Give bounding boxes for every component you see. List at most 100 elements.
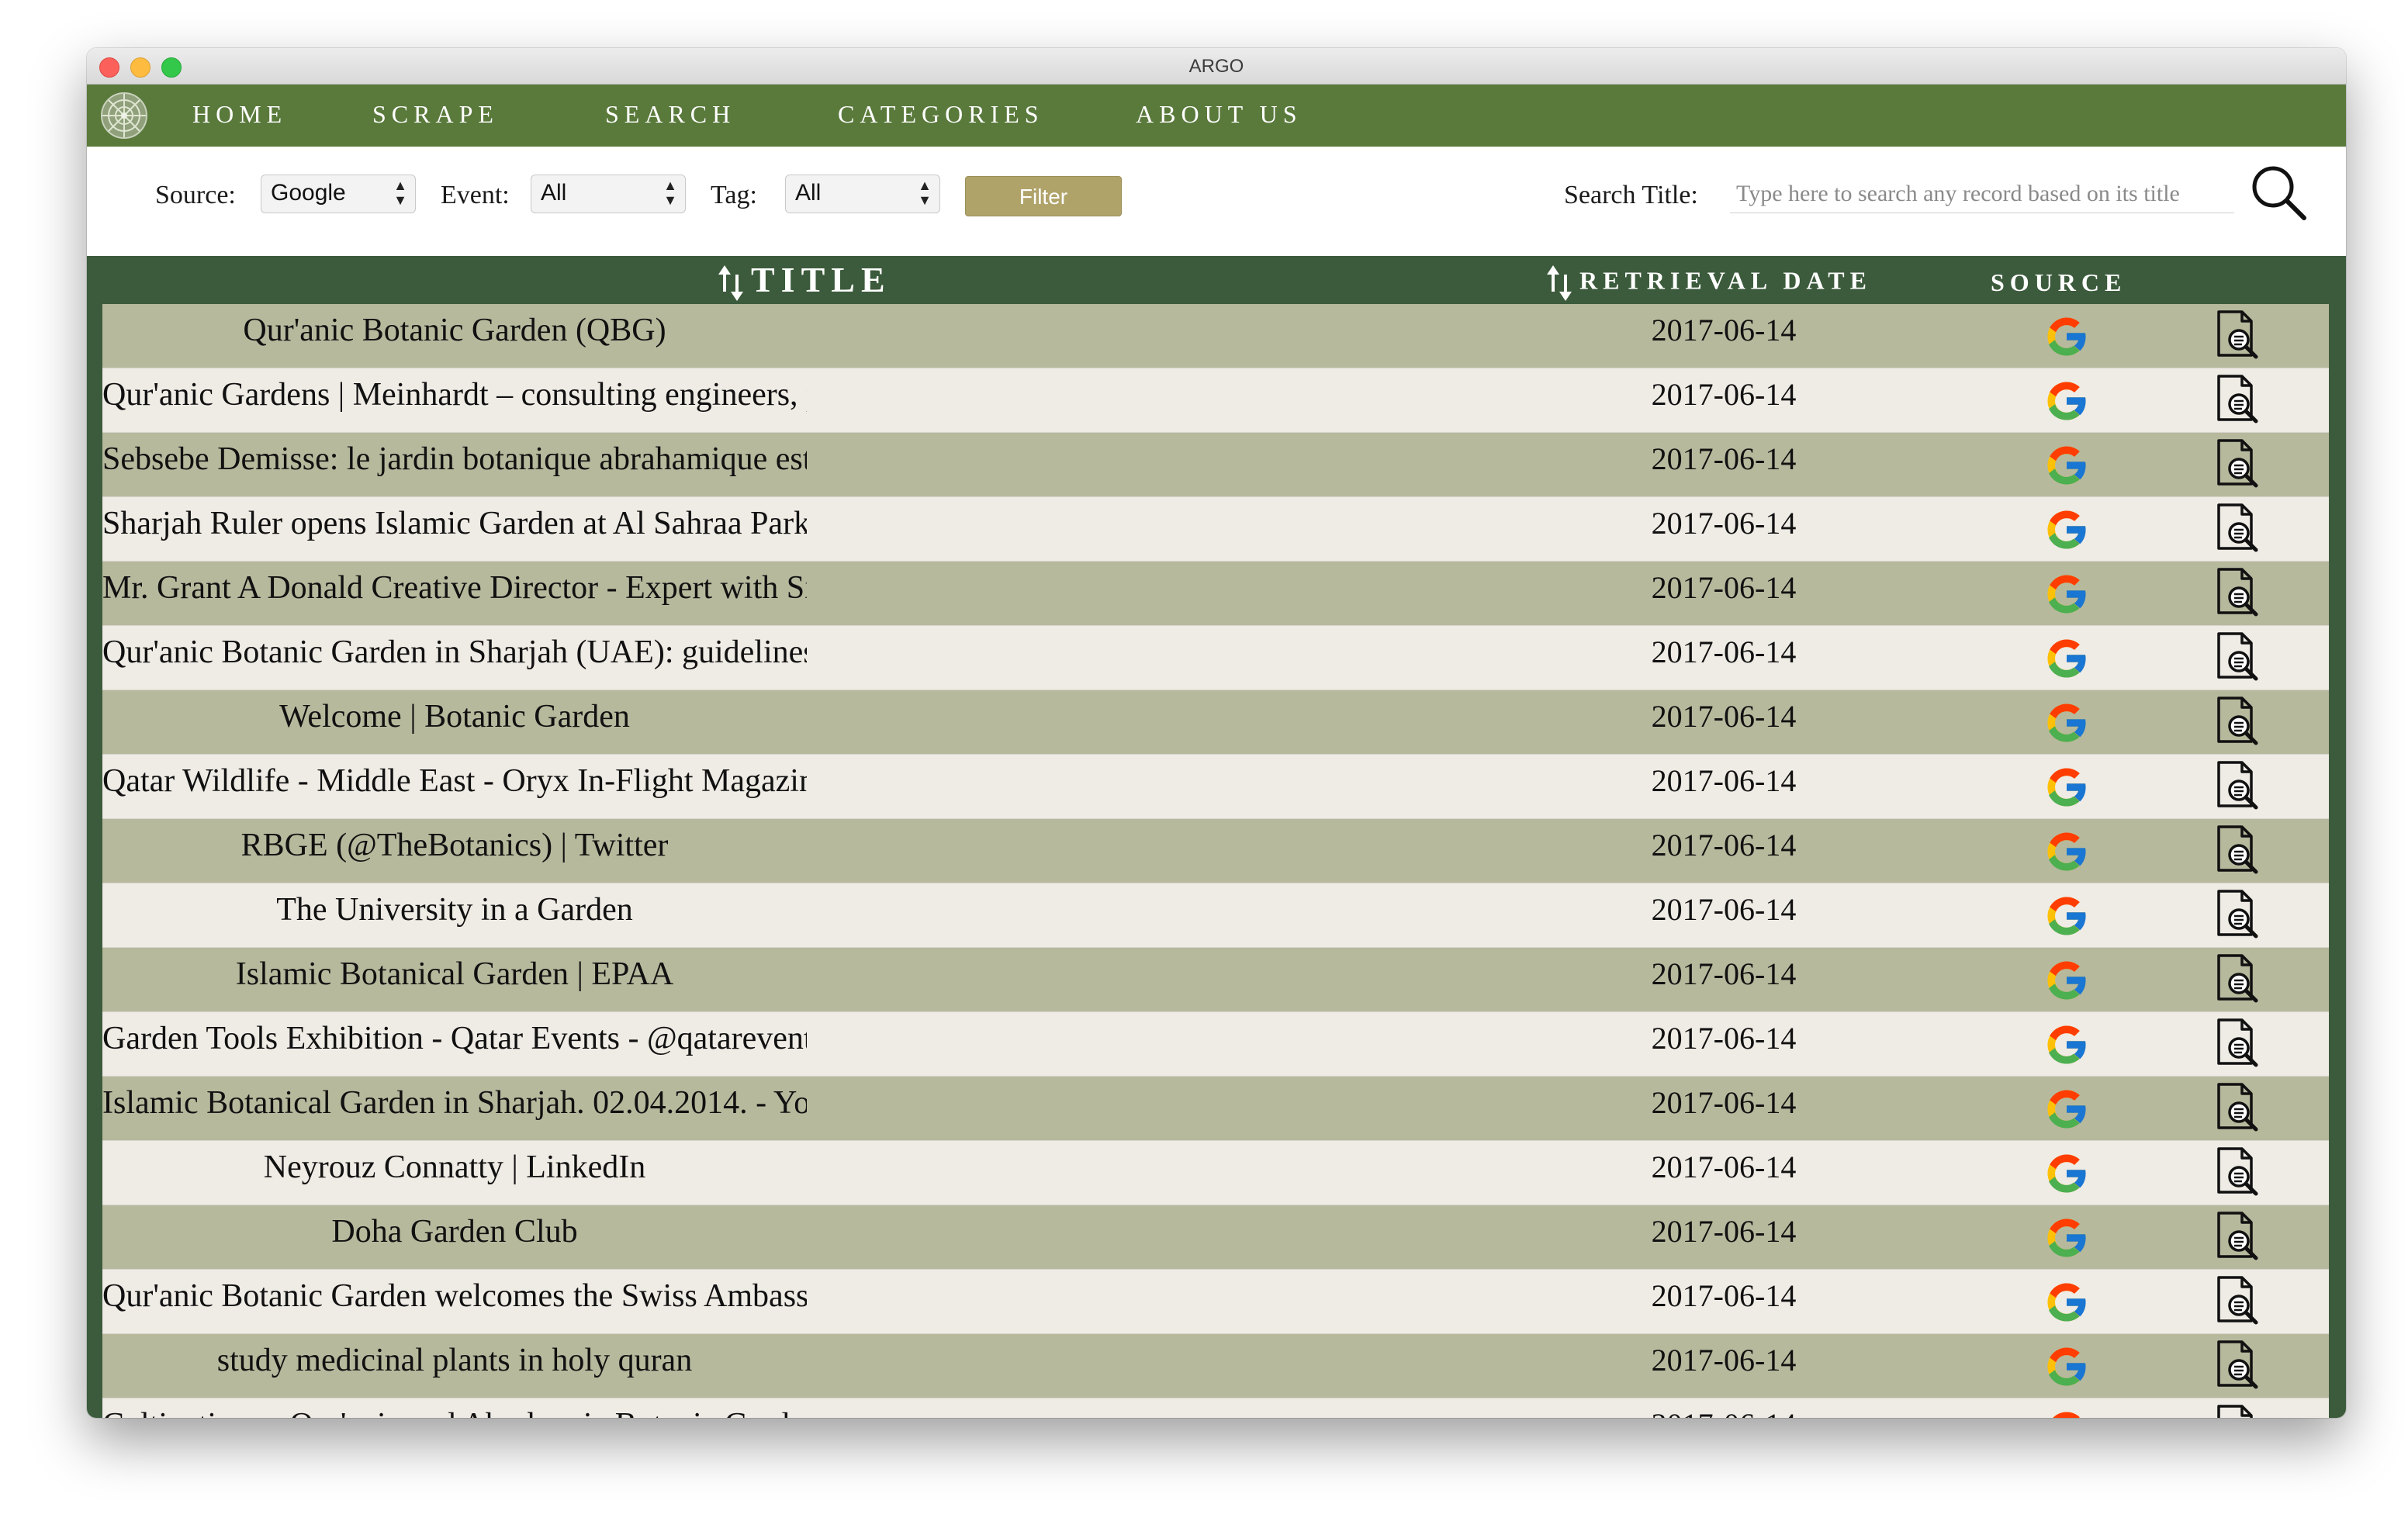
table-row[interactable]: study medicinal plants in holy quran 2017… <box>102 1334 2329 1398</box>
source-select[interactable]: Google ▲ ▼ <box>261 175 416 213</box>
row-title[interactable]: Qur'anic Botanic Garden (QBG) <box>102 312 807 349</box>
document-search-icon[interactable] <box>2213 1146 2262 1198</box>
document-search-icon[interactable] <box>2213 1017 2262 1070</box>
table-row[interactable]: Doha Garden Club 2017-06-14 <box>102 1205 2329 1270</box>
nav-scrape[interactable]: SCRAPE <box>372 100 499 129</box>
google-icon <box>2042 698 2091 748</box>
document-search-icon[interactable] <box>2213 437 2262 490</box>
app-window: ARGO HOME SCRAPE SEARCH CATEGORIES ABOUT… <box>87 48 2346 1418</box>
row-title[interactable]: Qatar Wildlife - Middle East - Oryx In-F… <box>102 762 807 800</box>
title-column-header[interactable]: TITLE <box>717 259 891 302</box>
table-row[interactable]: Cultivating ... Qur'anic and Abrahamic B… <box>102 1398 2329 1418</box>
document-search-icon[interactable] <box>2213 824 2262 876</box>
row-title[interactable]: Sebsebe Demisse: le jardin botanique abr… <box>102 441 807 478</box>
row-retrieval-date: 2017-06-14 <box>1651 1149 1797 1184</box>
date-header-label: RETRIEVAL DATE <box>1579 266 1872 295</box>
document-search-icon[interactable] <box>2213 759 2262 812</box>
google-icon <box>2042 1149 2091 1198</box>
google-icon <box>2042 1020 2091 1070</box>
date-column-header[interactable]: RETRIEVAL DATE <box>1545 264 1872 302</box>
document-search-icon[interactable] <box>2213 1403 2262 1418</box>
table-row[interactable]: Qatar Wildlife - Middle East - Oryx In-F… <box>102 755 2329 819</box>
google-icon <box>2042 827 2091 876</box>
row-title[interactable]: study medicinal plants in holy quran <box>102 1342 807 1379</box>
row-title[interactable]: Sharjah Ruler opens Islamic Garden at Al… <box>102 505 807 542</box>
table-row[interactable]: The University in a Garden 2017-06-14 <box>102 883 2329 948</box>
google-icon <box>2042 1213 2091 1263</box>
google-icon <box>2042 1342 2091 1391</box>
row-title[interactable]: Doha Garden Club <box>102 1213 807 1250</box>
google-icon <box>2042 634 2091 683</box>
document-search-icon[interactable] <box>2213 1210 2262 1263</box>
row-title[interactable]: Garden Tools Exhibition - Qatar Events -… <box>102 1020 807 1057</box>
table-row[interactable]: Qur'anic Botanic Garden welcomes the Swi… <box>102 1270 2329 1334</box>
google-icon <box>2042 505 2091 555</box>
table-row[interactable]: Islamic Botanical Garden in Sharjah. 02.… <box>102 1077 2329 1141</box>
row-retrieval-date: 2017-06-14 <box>1646 1406 1801 1418</box>
table-row[interactable]: Qur'anic Botanic Garden in Sharjah (UAE)… <box>102 626 2329 690</box>
row-retrieval-date: 2017-06-14 <box>1651 377 1797 412</box>
document-search-icon[interactable] <box>2213 309 2262 361</box>
logo-icon[interactable] <box>99 91 149 140</box>
document-search-icon[interactable] <box>2213 502 2262 555</box>
tag-select-value: All <box>795 180 822 206</box>
row-title[interactable]: The University in a Garden <box>102 891 807 928</box>
table-row[interactable]: Welcome | Botanic Garden 2017-06-14 <box>102 690 2329 755</box>
row-title[interactable]: Welcome | Botanic Garden <box>102 698 807 735</box>
search-icon[interactable] <box>2248 162 2310 224</box>
row-retrieval-date: 2017-06-14 <box>1651 1278 1797 1313</box>
document-search-icon[interactable] <box>2213 373 2262 426</box>
nav-about-us[interactable]: ABOUT US <box>1136 100 1303 129</box>
row-retrieval-date: 2017-06-14 <box>1651 699 1797 734</box>
filter-bar: Source: Google ▲ ▼ Event: All ▲ ▼ Tag: All… <box>87 147 2346 257</box>
table-row[interactable]: Qur'anic Gardens | Meinhardt – consultin… <box>102 368 2329 433</box>
search-title-input[interactable] <box>1730 175 2234 213</box>
select-arrows-icon: ▲ ▼ <box>663 178 677 208</box>
row-title[interactable]: RBGE (@TheBotanics) | Twitter <box>102 827 807 864</box>
records-table: TITLE RETRIEVAL DATE SOURCE Qur'anic Bot… <box>87 256 2346 1418</box>
document-search-icon[interactable] <box>2213 695 2262 748</box>
source-header-label: SOURCE <box>1991 268 2127 296</box>
document-search-icon[interactable] <box>2213 952 2262 1005</box>
sort-icon[interactable] <box>1545 264 1573 302</box>
nav-home[interactable]: HOME <box>192 100 287 129</box>
tag-select[interactable]: All ▲ ▼ <box>785 175 940 213</box>
row-retrieval-date: 2017-06-14 <box>1651 1021 1797 1056</box>
tag-label: Tag: <box>711 181 757 209</box>
row-title[interactable]: Islamic Botanical Garden in Sharjah. 02.… <box>102 1084 807 1122</box>
document-search-icon[interactable] <box>2213 1339 2262 1391</box>
event-select[interactable]: All ▲ ▼ <box>531 175 686 213</box>
table-row[interactable]: Mr. Grant A Donald Creative Director - E… <box>102 562 2329 626</box>
row-title[interactable]: Neyrouz Connatty | LinkedIn <box>102 1149 807 1186</box>
row-title[interactable]: Qur'anic Gardens | Meinhardt – consultin… <box>102 376 807 413</box>
table-row[interactable]: Islamic Botanical Garden | EPAA 2017-06-1… <box>102 948 2329 1012</box>
table-row[interactable]: RBGE (@TheBotanics) | Twitter 2017-06-14 <box>102 819 2329 883</box>
table-row[interactable]: Garden Tools Exhibition - Qatar Events -… <box>102 1012 2329 1077</box>
row-title[interactable]: Mr. Grant A Donald Creative Director - E… <box>102 569 807 607</box>
document-search-icon[interactable] <box>2213 1274 2262 1327</box>
row-title[interactable]: Qur'anic Botanic Garden in Sharjah (UAE)… <box>102 634 807 671</box>
document-search-icon[interactable] <box>2213 1081 2262 1134</box>
document-search-icon[interactable] <box>2213 888 2262 941</box>
row-title[interactable]: Islamic Botanical Garden | EPAA <box>102 956 807 993</box>
title-header-label: TITLE <box>751 260 891 299</box>
filter-button[interactable]: Filter <box>965 176 1122 216</box>
row-title[interactable]: Cultivating ... Qur'anic and Abrahamic B… <box>102 1406 807 1418</box>
table-row[interactable]: Sharjah Ruler opens Islamic Garden at Al… <box>102 497 2329 562</box>
event-select-value: All <box>541 180 567 206</box>
row-retrieval-date: 2017-06-14 <box>1651 892 1797 927</box>
table-row[interactable]: Sebsebe Demisse: le jardin botanique abr… <box>102 433 2329 497</box>
table-header: TITLE RETRIEVAL DATE SOURCE <box>87 256 2346 304</box>
sort-icon[interactable] <box>717 264 745 302</box>
table-row[interactable]: Qur'anic Botanic Garden (QBG) 2017-06-14 <box>102 304 2329 368</box>
row-title[interactable]: Qur'anic Botanic Garden welcomes the Swi… <box>102 1277 807 1315</box>
source-column-header: SOURCE <box>1991 268 2126 297</box>
document-search-icon[interactable] <box>2213 631 2262 683</box>
select-arrows-icon: ▲ ▼ <box>393 178 407 208</box>
document-search-icon[interactable] <box>2213 566 2262 619</box>
nav-search[interactable]: SEARCH <box>605 100 735 129</box>
nav-categories[interactable]: CATEGORIES <box>838 100 1044 129</box>
table-row[interactable]: Neyrouz Connatty | LinkedIn 2017-06-14 <box>102 1141 2329 1205</box>
google-icon <box>2042 762 2091 812</box>
table-body: Qur'anic Botanic Garden (QBG) 2017-06-14 Q… <box>102 304 2329 1418</box>
